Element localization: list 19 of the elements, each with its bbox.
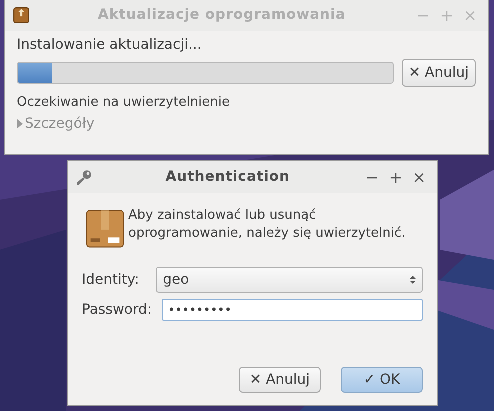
identity-dropdown[interactable]: geo: [156, 267, 423, 293]
password-label: Password:: [82, 302, 152, 318]
auth-message: Aby zainstalować lub usunąć oprogramowanie, należy się uwierzytelnić.: [128, 207, 407, 243]
password-field[interactable]: •••••••••: [162, 299, 423, 321]
package-icon: [86, 209, 124, 249]
window-title: Aktualizacje oprogramowania: [97, 7, 347, 23]
status-text: Oczekiwanie na uwierzytelnienie: [17, 95, 232, 110]
window-control-button[interactable]: +: [386, 168, 406, 186]
window-control-button[interactable]: ×: [410, 168, 429, 186]
key-icon: [76, 168, 93, 186]
package-icon: [13, 6, 30, 24]
status-heading: Instalowanie aktualizacji...: [17, 37, 203, 53]
identity-label: Identity:: [82, 272, 140, 288]
dialog-button[interactable]: ✓ OK: [341, 367, 423, 393]
window-control-button[interactable]: −: [362, 168, 382, 186]
spinner-arrows-icon: [410, 275, 416, 285]
cancel-button[interactable]: ✕ Anuluj: [402, 59, 476, 87]
dialog-button[interactable]: ✕ Anuluj: [239, 367, 321, 393]
window-title: Authentication: [164, 169, 292, 185]
